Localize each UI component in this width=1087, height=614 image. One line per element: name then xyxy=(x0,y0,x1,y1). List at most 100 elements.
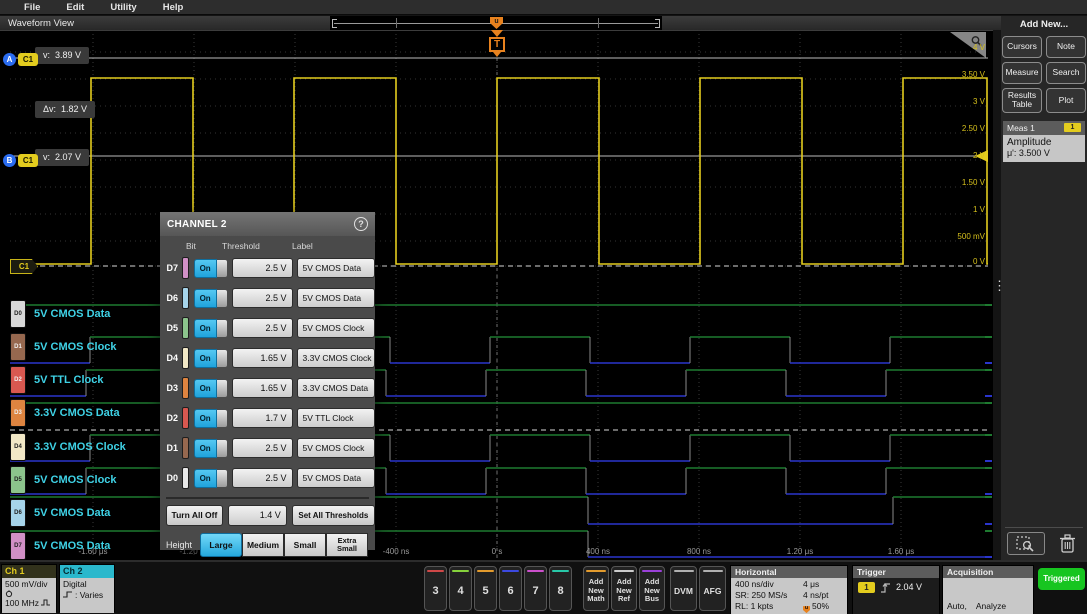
bit-name: D5 xyxy=(165,323,178,333)
channel-8-button[interactable]: 8 xyxy=(549,566,572,611)
bit-on-toggle[interactable]: On xyxy=(194,319,228,338)
add-new-ref-button[interactable]: Add New Ref xyxy=(611,566,637,611)
digital-channel-chip[interactable]: D0 xyxy=(10,300,26,328)
digital-channel-chip[interactable]: D4 xyxy=(10,433,26,461)
set-all-thresholds-button[interactable]: Set All Thresholds xyxy=(292,505,375,526)
toggle-knob xyxy=(217,439,228,458)
bit-threshold-field[interactable]: 2.5 V xyxy=(232,258,293,278)
add-new-buttons: Cursors Note Measure Search Results Tabl… xyxy=(1001,36,1087,113)
menu-edit[interactable]: Edit xyxy=(66,2,84,13)
digital-channel-chip[interactable]: D3 xyxy=(10,399,26,427)
expansion-point-icon[interactable]: u xyxy=(490,17,503,29)
bit-on-toggle[interactable]: On xyxy=(194,439,228,458)
channel1-badge[interactable]: Ch 1 500 mV/div 100 MHz xyxy=(1,564,57,612)
tab-waveform-view[interactable]: Waveform View xyxy=(8,18,74,29)
trigger-badge[interactable]: Trigger 1 2.04 V xyxy=(852,565,940,614)
bit-label-field[interactable]: 3.3V CMOS Clock xyxy=(297,348,376,368)
digital-channel-label: 5V TTL Clock xyxy=(34,374,103,386)
ch1-analog-waveform xyxy=(10,78,988,264)
menu-utility[interactable]: Utility xyxy=(110,2,136,13)
digital-channel-chip[interactable]: D6 xyxy=(10,499,26,527)
voltage-tick-label: 1 V xyxy=(929,205,985,214)
bit-label-field[interactable]: 5V CMOS Clock xyxy=(297,318,376,338)
dvm-button[interactable]: DVM xyxy=(670,566,697,611)
height-options: Large Medium Small ExtraSmall xyxy=(200,533,368,557)
cursor-b-badges[interactable]: B C1 xyxy=(3,154,38,167)
bit-on-toggle[interactable]: On xyxy=(194,379,228,398)
digital-channel-chip[interactable]: D1 xyxy=(10,333,26,361)
height-option[interactable]: Large xyxy=(200,533,242,557)
trigger-position-marker[interactable]: T xyxy=(488,30,506,57)
toggle-knob xyxy=(217,319,228,338)
bit-on-toggle[interactable]: On xyxy=(194,349,228,368)
add-new-measure-button[interactable]: Measure xyxy=(1002,62,1042,84)
cursor-a-badges[interactable]: A C1 xyxy=(3,53,38,66)
add-new-search-button[interactable]: Search xyxy=(1046,62,1086,84)
voltage-tick-label: 500 mV xyxy=(929,232,985,241)
dialog-bit-row: D0 On 2.5 V 5V CMOS Data xyxy=(160,463,375,493)
bit-threshold-field[interactable]: 1.65 V xyxy=(232,348,293,368)
add-new-math-button[interactable]: Add New Math xyxy=(583,566,609,611)
settings-bar: Ch 1 500 mV/div 100 MHz Ch 2 Digital : V… xyxy=(0,560,1087,614)
add-new-cursors-button[interactable]: Cursors xyxy=(1002,36,1042,58)
help-icon[interactable]: ? xyxy=(354,217,368,231)
add-new-plot-button[interactable]: Plot xyxy=(1046,88,1086,113)
channel-5-button[interactable]: 5 xyxy=(474,566,497,611)
bit-threshold-field[interactable]: 1.65 V xyxy=(232,378,293,398)
bit-label-field[interactable]: 3.3V CMOS Data xyxy=(297,378,376,398)
digital-channel-chip[interactable]: D7 xyxy=(10,532,26,560)
digital-channel-row: D0 5V CMOS Data xyxy=(10,298,110,330)
height-option[interactable]: ExtraSmall xyxy=(326,533,368,557)
height-option[interactable]: Small xyxy=(284,533,326,557)
triggered-status[interactable]: Triggered xyxy=(1038,568,1085,590)
bit-threshold-field[interactable]: 1.7 V xyxy=(232,408,293,428)
turn-all-off-button[interactable]: Turn All Off xyxy=(166,505,223,526)
bit-threshold-field[interactable]: 2.5 V xyxy=(232,288,293,308)
zoom-box-button[interactable] xyxy=(1007,532,1045,555)
bit-name: D1 xyxy=(165,443,178,453)
afg-button[interactable]: AFG xyxy=(699,566,726,611)
bit-label-field[interactable]: 5V CMOS Data xyxy=(297,468,376,488)
add-new-bus-button[interactable]: Add New Bus xyxy=(639,566,665,611)
bit-on-toggle[interactable]: On xyxy=(194,469,228,488)
bit-on-toggle[interactable]: On xyxy=(194,409,228,428)
bit-label-field[interactable]: 5V CMOS Data xyxy=(297,288,376,308)
menu-help[interactable]: Help xyxy=(163,2,184,13)
horizontal-position-ruler[interactable]: u xyxy=(330,16,662,30)
toggle-knob xyxy=(217,409,228,428)
add-new-note-button[interactable]: Note xyxy=(1046,36,1086,58)
all-threshold-field[interactable]: 1.4 V xyxy=(228,505,287,526)
bit-threshold-field[interactable]: 2.5 V xyxy=(232,468,293,488)
channel-7-button[interactable]: 7 xyxy=(524,566,547,611)
bit-label-field[interactable]: 5V CMOS Data xyxy=(297,258,376,278)
channel-6-button[interactable]: 6 xyxy=(499,566,522,611)
height-option[interactable]: Medium xyxy=(242,533,284,557)
channel2-badge[interactable]: Ch 2 Digital : Varies xyxy=(59,564,115,612)
dialog-header[interactable]: CHANNEL 2 ? xyxy=(160,212,375,236)
digital-channel-row: D3 3.3V CMOS Data xyxy=(10,397,120,429)
bit-threshold-field[interactable]: 2.5 V xyxy=(232,438,293,458)
menu-file[interactable]: File xyxy=(24,2,40,13)
acquisition-badge[interactable]: Acquisition Auto, Analyze High Res: 15 b… xyxy=(942,565,1034,614)
digital-channel-chip[interactable]: D5 xyxy=(10,466,26,494)
dialog-bit-row: D4 On 1.65 V 3.3V CMOS Clock xyxy=(160,343,375,373)
digital-channel-chip[interactable]: D2 xyxy=(10,366,26,394)
measurement-badge[interactable]: Meas 1 1 Amplitude μ': 3.500 V xyxy=(1003,121,1085,162)
bit-on-toggle[interactable]: On xyxy=(194,289,228,308)
trash-button[interactable] xyxy=(1055,531,1079,555)
bit-on-toggle[interactable]: On xyxy=(194,259,228,278)
dialog-title: CHANNEL 2 xyxy=(167,219,227,230)
trigger-arrow-tail xyxy=(493,52,501,57)
bit-label-field[interactable]: 5V CMOS Clock xyxy=(297,438,376,458)
channel-buttons: 3 4 5 6 7 8 xyxy=(424,566,572,611)
add-new-results-table-button[interactable]: Results Table xyxy=(1002,88,1042,113)
dialog-bit-row: D3 On 1.65 V 3.3V CMOS Data xyxy=(160,373,375,403)
horizontal-badge[interactable]: Horizontal 400 ns/div4 μs SR: 250 MS/s4 … xyxy=(730,565,848,614)
bit-name: D4 xyxy=(165,353,178,363)
measurement-type: Amplitude xyxy=(1007,137,1081,148)
bit-label-field[interactable]: 5V TTL Clock xyxy=(297,408,376,428)
bit-threshold-field[interactable]: 2.5 V xyxy=(232,318,293,338)
channel-3-button[interactable]: 3 xyxy=(424,566,447,611)
channel-4-button[interactable]: 4 xyxy=(449,566,472,611)
measurement-source-badge: 1 xyxy=(1064,123,1081,132)
